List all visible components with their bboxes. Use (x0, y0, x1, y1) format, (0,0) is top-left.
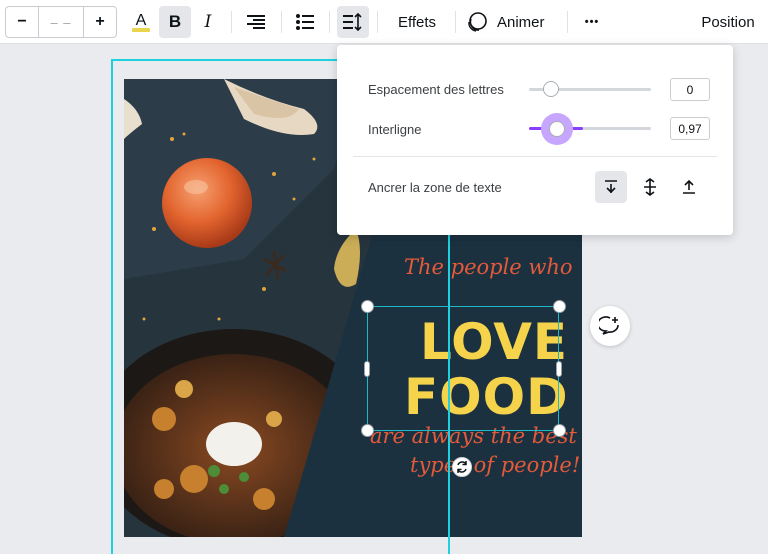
effects-button[interactable]: Effets (389, 6, 445, 38)
toolbar-divider (281, 11, 282, 33)
tagline-line-2[interactable]: types of people! (410, 453, 580, 477)
line-height-slider-knob[interactable] (541, 113, 573, 145)
bold-button[interactable]: B (159, 6, 191, 38)
headline-line-1[interactable]: The people who (404, 255, 573, 279)
align-button[interactable] (240, 6, 272, 38)
popover-divider (353, 156, 717, 157)
toolbar-divider (329, 11, 330, 33)
line-spacing-icon (343, 13, 362, 31)
letter-spacing-input[interactable]: 0 (670, 78, 710, 101)
anchor-bottom-icon (683, 179, 695, 194)
animate-label: Animer (497, 13, 545, 31)
toolbar-divider (567, 11, 568, 33)
spacing-button[interactable] (337, 6, 369, 38)
rotate-handle[interactable] (452, 457, 472, 477)
text-color-button[interactable]: A (126, 6, 156, 38)
animate-icon (468, 12, 487, 32)
position-button[interactable]: Position (693, 6, 763, 38)
font-size-stepper[interactable]: − – – + (5, 6, 117, 38)
anchor-middle-button[interactable] (634, 171, 666, 203)
line-height-label: Interligne (368, 122, 422, 137)
animate-button[interactable]: Animer (466, 6, 556, 38)
anchor-top-icon (605, 180, 617, 194)
resize-handle-bottom-right[interactable] (553, 424, 566, 437)
list-button[interactable] (289, 6, 321, 38)
font-size-decrease-button[interactable]: − (6, 7, 38, 37)
resize-handle-right[interactable] (556, 361, 562, 377)
italic-button[interactable]: I (194, 6, 222, 38)
more-options-button[interactable]: ••• (577, 6, 607, 38)
resize-handle-bottom-left[interactable] (361, 424, 374, 437)
bold-icon: B (168, 12, 182, 31)
anchor-bottom-button[interactable] (673, 171, 705, 203)
toolbar-divider (455, 11, 456, 33)
page-guide-top (111, 59, 341, 61)
font-size-increase-button[interactable]: + (84, 7, 116, 37)
spacing-popover: Espacement des lettres 0 Interligne 0,97… (337, 45, 733, 235)
anchor-label: Ancrer la zone de texte (368, 180, 502, 195)
rotate-icon (457, 461, 467, 473)
resize-handle-left[interactable] (364, 361, 370, 377)
font-size-input[interactable]: – – (38, 7, 84, 37)
letter-spacing-label: Espacement des lettres (368, 82, 504, 97)
resize-handle-top-left[interactable] (361, 300, 374, 313)
resize-handle-top-right[interactable] (553, 300, 566, 313)
text-color-icon: A (132, 12, 150, 32)
anchor-top-button[interactable] (595, 171, 627, 203)
toolbar-divider (377, 11, 378, 33)
letter-spacing-slider-knob[interactable] (543, 81, 559, 97)
add-comment-icon (599, 316, 619, 335)
align-right-icon (247, 15, 265, 29)
editor-toolbar: − – – + A B I Effets Animer ••• Position (0, 0, 768, 44)
italic-icon: I (204, 12, 212, 32)
add-comment-button[interactable] (590, 306, 630, 346)
anchor-middle-icon (644, 178, 656, 196)
toolbar-divider (231, 11, 232, 33)
page-guide-left (111, 59, 113, 554)
line-height-input[interactable]: 0,97 (670, 117, 710, 140)
bullet-list-icon (296, 14, 314, 30)
text-selection-box[interactable] (367, 306, 559, 431)
svg-text:A: A (136, 12, 147, 29)
